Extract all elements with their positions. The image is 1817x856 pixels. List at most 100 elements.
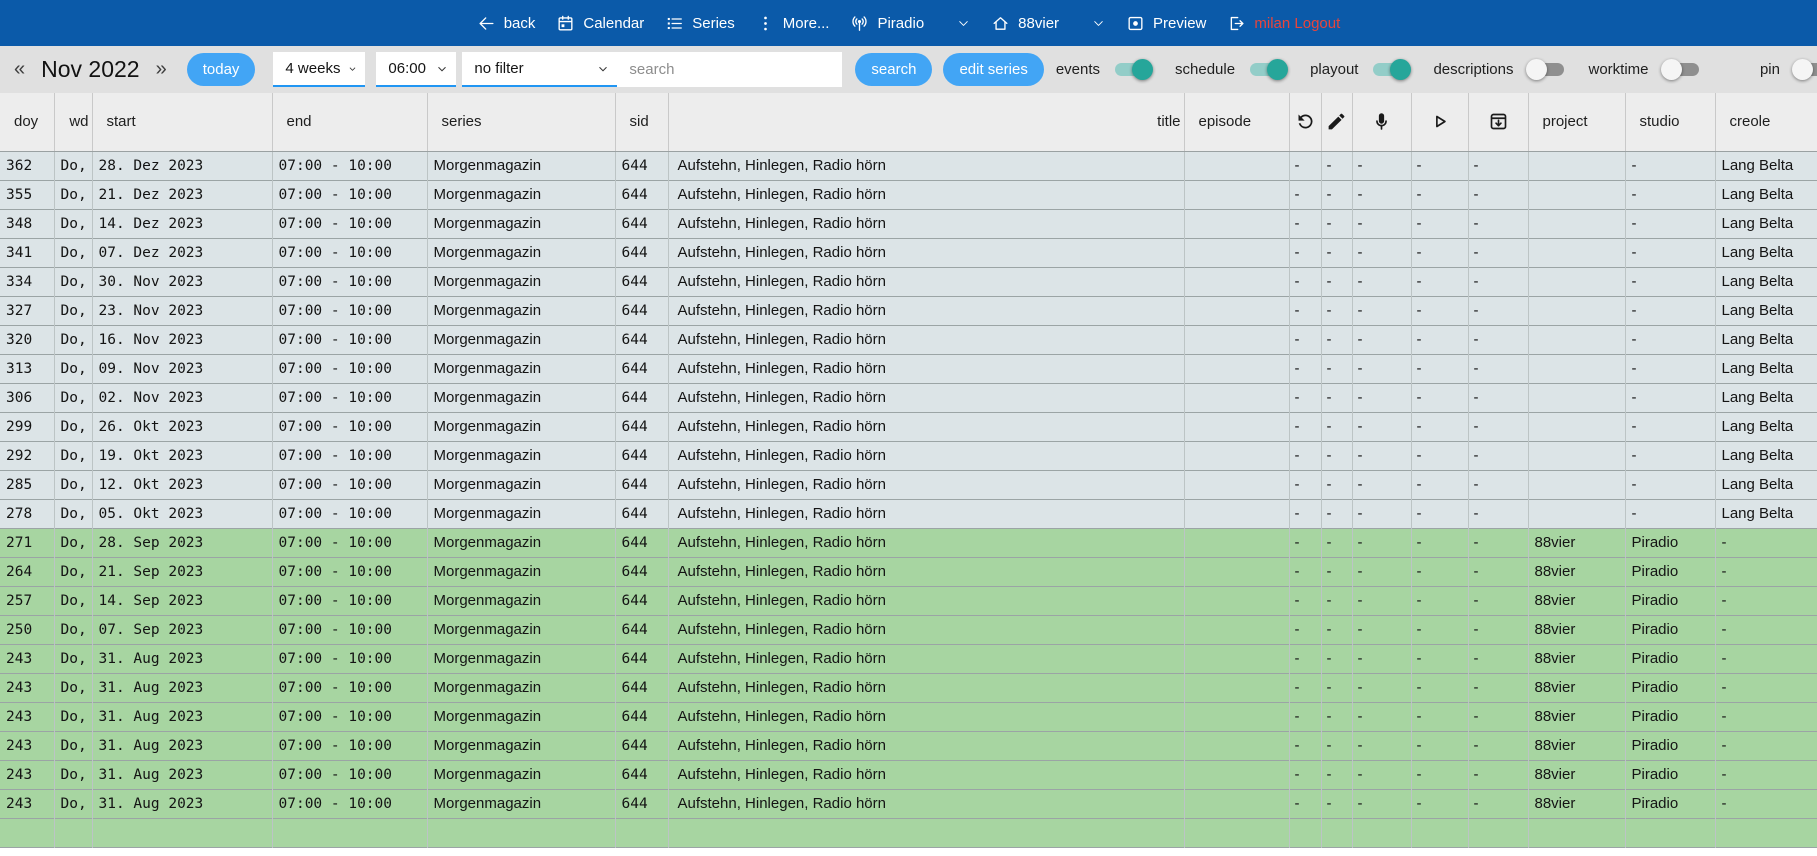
cell-a4: - [1411, 702, 1468, 731]
cell-a3: - [1352, 412, 1411, 441]
channel-menu[interactable]: 88vier [991, 14, 1105, 33]
col-header-wd: wd [54, 93, 92, 151]
schedule-row[interactable]: 362Do,28. Dez 202307:00 - 10:00Morgenmag… [0, 151, 1817, 180]
cell-wd: Do, [54, 296, 92, 325]
cell-creole: - [1715, 702, 1817, 731]
next-period-button[interactable]: » [152, 58, 171, 81]
schedule-row[interactable]: 299Do,26. Okt 202307:00 - 10:00Morgenmag… [0, 412, 1817, 441]
schedule-row[interactable]: 292Do,19. Okt 202307:00 - 10:00Morgenmag… [0, 441, 1817, 470]
cell-creole: - [1715, 557, 1817, 586]
col-header-title: title [668, 93, 1184, 151]
schedule-table-body: 362Do,28. Dez 202307:00 - 10:00Morgenmag… [0, 151, 1817, 847]
worktime-toggle[interactable] [1663, 62, 1700, 77]
cell-project: 88vier [1528, 673, 1625, 702]
nav-item-more[interactable]: More... [756, 14, 830, 33]
toggle-group-descriptions: descriptions [1433, 61, 1564, 78]
search-button[interactable]: search [855, 53, 932, 86]
cell-a1: - [1289, 731, 1321, 760]
schedule-row[interactable]: 320Do,16. Nov 202307:00 - 10:00Morgenmag… [0, 325, 1817, 354]
cell-a2: - [1321, 180, 1352, 209]
schedule-row[interactable]: 243Do,31. Aug 202307:00 - 10:00Morgenmag… [0, 673, 1817, 702]
schedule-row[interactable] [0, 818, 1817, 847]
cell-a1: - [1289, 441, 1321, 470]
cell-start: 12. Okt 2023 [92, 470, 272, 499]
schedule-row[interactable]: 341Do,07. Dez 202307:00 - 10:00Morgenmag… [0, 238, 1817, 267]
cell-end: 07:00 - 10:00 [272, 441, 427, 470]
time-select-value: 06:00 [388, 60, 426, 77]
toggle-label-events: events [1056, 61, 1100, 78]
cell-wd: Do, [54, 673, 92, 702]
cell-a5: - [1468, 731, 1528, 760]
schedule-row[interactable]: 306Do,02. Nov 202307:00 - 10:00Morgenmag… [0, 383, 1817, 412]
schedule-row[interactable]: 327Do,23. Nov 202307:00 - 10:00Morgenmag… [0, 296, 1817, 325]
cell-a4: - [1411, 557, 1468, 586]
cell-project [1528, 238, 1625, 267]
filter-select[interactable]: no filter [462, 52, 617, 87]
schedule-row[interactable]: 243Do,31. Aug 202307:00 - 10:00Morgenmag… [0, 731, 1817, 760]
descriptions-toggle[interactable] [1528, 62, 1565, 77]
cell-end: 07:00 - 10:00 [272, 528, 427, 557]
logout-button[interactable]: milan Logout [1227, 14, 1340, 33]
cell-project [1528, 441, 1625, 470]
cell-wd: Do, [54, 209, 92, 238]
cell-sid: 644 [615, 499, 668, 528]
today-button[interactable]: today [187, 53, 256, 86]
cell-wd: Do, [54, 499, 92, 528]
cell-a5: - [1468, 615, 1528, 644]
cell-a1: - [1289, 499, 1321, 528]
nav-item-calendar[interactable]: Calendar [556, 14, 644, 33]
schedule-row[interactable]: 348Do,14. Dez 202307:00 - 10:00Morgenmag… [0, 209, 1817, 238]
schedule-row[interactable]: 264Do,21. Sep 202307:00 - 10:00Morgenmag… [0, 557, 1817, 586]
pin-toggle[interactable] [1794, 62, 1817, 77]
cell-a2: - [1321, 267, 1352, 296]
time-select[interactable]: 06:00 [376, 52, 456, 87]
schedule-row[interactable]: 278Do,05. Okt 202307:00 - 10:00Morgenmag… [0, 499, 1817, 528]
cell-series: Morgenmagazin [427, 789, 615, 818]
cell-start: 28. Sep 2023 [92, 528, 272, 557]
schedule-row[interactable]: 313Do,09. Nov 202307:00 - 10:00Morgenmag… [0, 354, 1817, 383]
cell-wd: Do, [54, 151, 92, 180]
events-toggle[interactable] [1114, 62, 1151, 77]
cell-start: 21. Sep 2023 [92, 557, 272, 586]
search-input[interactable] [617, 52, 842, 87]
schedule-row[interactable]: 355Do,21. Dez 202307:00 - 10:00Morgenmag… [0, 180, 1817, 209]
schedule-row[interactable]: 271Do,28. Sep 202307:00 - 10:00Morgenmag… [0, 528, 1817, 557]
schedule-row[interactable]: 285Do,12. Okt 202307:00 - 10:00Morgenmag… [0, 470, 1817, 499]
playout-toggle[interactable] [1372, 62, 1409, 77]
cell-a1: - [1289, 557, 1321, 586]
schedule-row[interactable]: 334Do,30. Nov 202307:00 - 10:00Morgenmag… [0, 267, 1817, 296]
cell-a1: - [1289, 296, 1321, 325]
cell-a2: - [1321, 383, 1352, 412]
schedule-toggle[interactable] [1249, 62, 1286, 77]
cell-a3: - [1352, 238, 1411, 267]
cell-project: 88vier [1528, 586, 1625, 615]
chevron-down-icon [1092, 17, 1105, 30]
range-select[interactable]: 4 weeks [273, 52, 365, 87]
station-label: Piradio [877, 15, 924, 32]
cell-creole: - [1715, 789, 1817, 818]
schedule-row[interactable]: 243Do,31. Aug 202307:00 - 10:00Morgenmag… [0, 760, 1817, 789]
cell-episode [1184, 267, 1289, 296]
schedule-row[interactable]: 243Do,31. Aug 202307:00 - 10:00Morgenmag… [0, 789, 1817, 818]
cell-a5: - [1468, 760, 1528, 789]
cell-episode [1184, 818, 1289, 847]
cell-creole: Lang Belta [1715, 209, 1817, 238]
preview-label: Preview [1153, 15, 1206, 32]
nav-item-series[interactable]: Series [665, 14, 735, 33]
station-menu[interactable]: Piradio [850, 14, 970, 33]
cell-series: Morgenmagazin [427, 586, 615, 615]
cell-a1: - [1289, 789, 1321, 818]
cell-a3: - [1352, 325, 1411, 354]
preview-button[interactable]: Preview [1126, 14, 1206, 33]
schedule-row[interactable]: 250Do,07. Sep 202307:00 - 10:00Morgenmag… [0, 615, 1817, 644]
cell-a5: - [1468, 528, 1528, 557]
prev-period-button[interactable]: « [10, 58, 29, 81]
schedule-row[interactable]: 243Do,31. Aug 202307:00 - 10:00Morgenmag… [0, 644, 1817, 673]
cell-series: Morgenmagazin [427, 354, 615, 383]
schedule-row[interactable]: 257Do,14. Sep 202307:00 - 10:00Morgenmag… [0, 586, 1817, 615]
back-button[interactable]: back [477, 14, 536, 33]
col-header-sid: sid [615, 93, 668, 151]
edit-series-button[interactable]: edit series [943, 53, 1043, 86]
cell-a1: - [1289, 325, 1321, 354]
schedule-row[interactable]: 243Do,31. Aug 202307:00 - 10:00Morgenmag… [0, 702, 1817, 731]
